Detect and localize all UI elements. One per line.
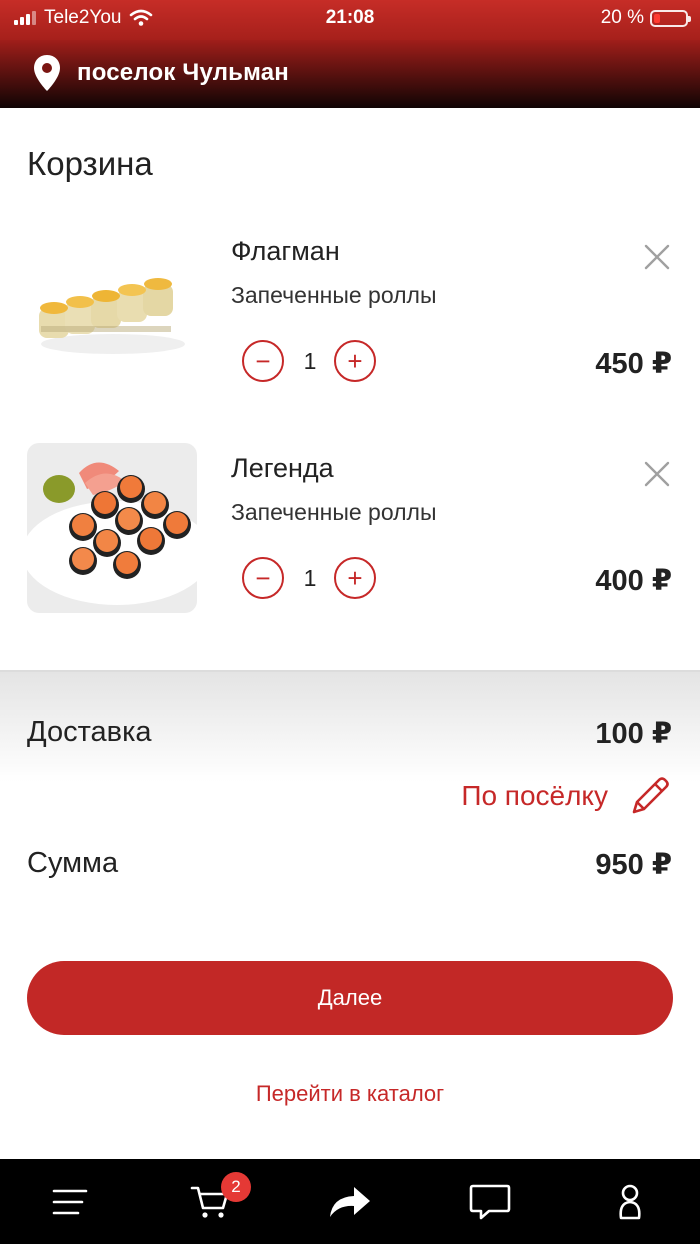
pencil-icon <box>632 777 669 814</box>
next-button[interactable]: Далее <box>27 961 673 1035</box>
increase-quantity-button[interactable]: + <box>334 340 376 382</box>
product-price: 450 ₽ <box>595 348 672 380</box>
quantity-value: 1 <box>303 348 317 374</box>
profile-icon <box>619 1184 641 1219</box>
menu-icon <box>52 1189 88 1214</box>
bottom-tab-bar <box>0 1159 700 1244</box>
product-price: 400 ₽ <box>595 565 672 597</box>
tab-share[interactable] <box>315 1159 385 1244</box>
product-image <box>27 443 197 613</box>
page-title: Корзина <box>27 145 153 182</box>
product-name: Легенда <box>231 453 334 483</box>
product-category: Запеченные роллы <box>231 282 437 308</box>
total-value: 950 ₽ <box>595 849 672 881</box>
location-header[interactable]: поселок Чульман <box>0 40 700 108</box>
decrease-quantity-button[interactable]: − <box>242 340 284 382</box>
chat-icon <box>469 1184 511 1219</box>
tab-chat[interactable] <box>455 1159 525 1244</box>
battery-icon <box>650 9 691 27</box>
battery-status: 20 % <box>600 7 691 29</box>
delivery-zone-label: По посёлку <box>461 780 608 811</box>
delivery-zone-selector[interactable]: По посёлку <box>461 774 672 818</box>
product-image <box>27 226 197 396</box>
map-pin-icon <box>34 55 60 91</box>
go-to-catalog-link[interactable]: Перейти в каталог <box>0 1081 700 1107</box>
cart-item: Флагман Запеченные роллы − 1 + 450 ₽ <box>0 226 700 406</box>
tab-menu[interactable] <box>35 1159 105 1244</box>
close-icon[interactable] <box>643 243 671 271</box>
location-name: поселок Чульман <box>77 59 289 86</box>
product-category: Запеченные роллы <box>231 499 437 525</box>
delivery-value: 100 ₽ <box>595 718 672 750</box>
total-label: Сумма <box>27 847 119 879</box>
close-icon[interactable] <box>643 460 671 488</box>
cart-count-badge: 2 <box>221 1172 251 1202</box>
status-bar: Tele2You 21:08 20 % <box>0 0 700 40</box>
product-name: Флагман <box>231 236 340 266</box>
increase-quantity-button[interactable]: + <box>334 557 376 599</box>
decrease-quantity-button[interactable]: − <box>242 557 284 599</box>
quantity-value: 1 <box>303 565 317 591</box>
share-icon <box>330 1186 370 1217</box>
cart-item: Легенда Запеченные роллы − 1 + 400 ₽ <box>0 443 700 623</box>
tab-profile[interactable] <box>595 1159 665 1244</box>
delivery-label: Доставка <box>27 716 152 748</box>
battery-percent: 20 % <box>600 7 644 28</box>
clock: 21:08 <box>325 7 375 28</box>
